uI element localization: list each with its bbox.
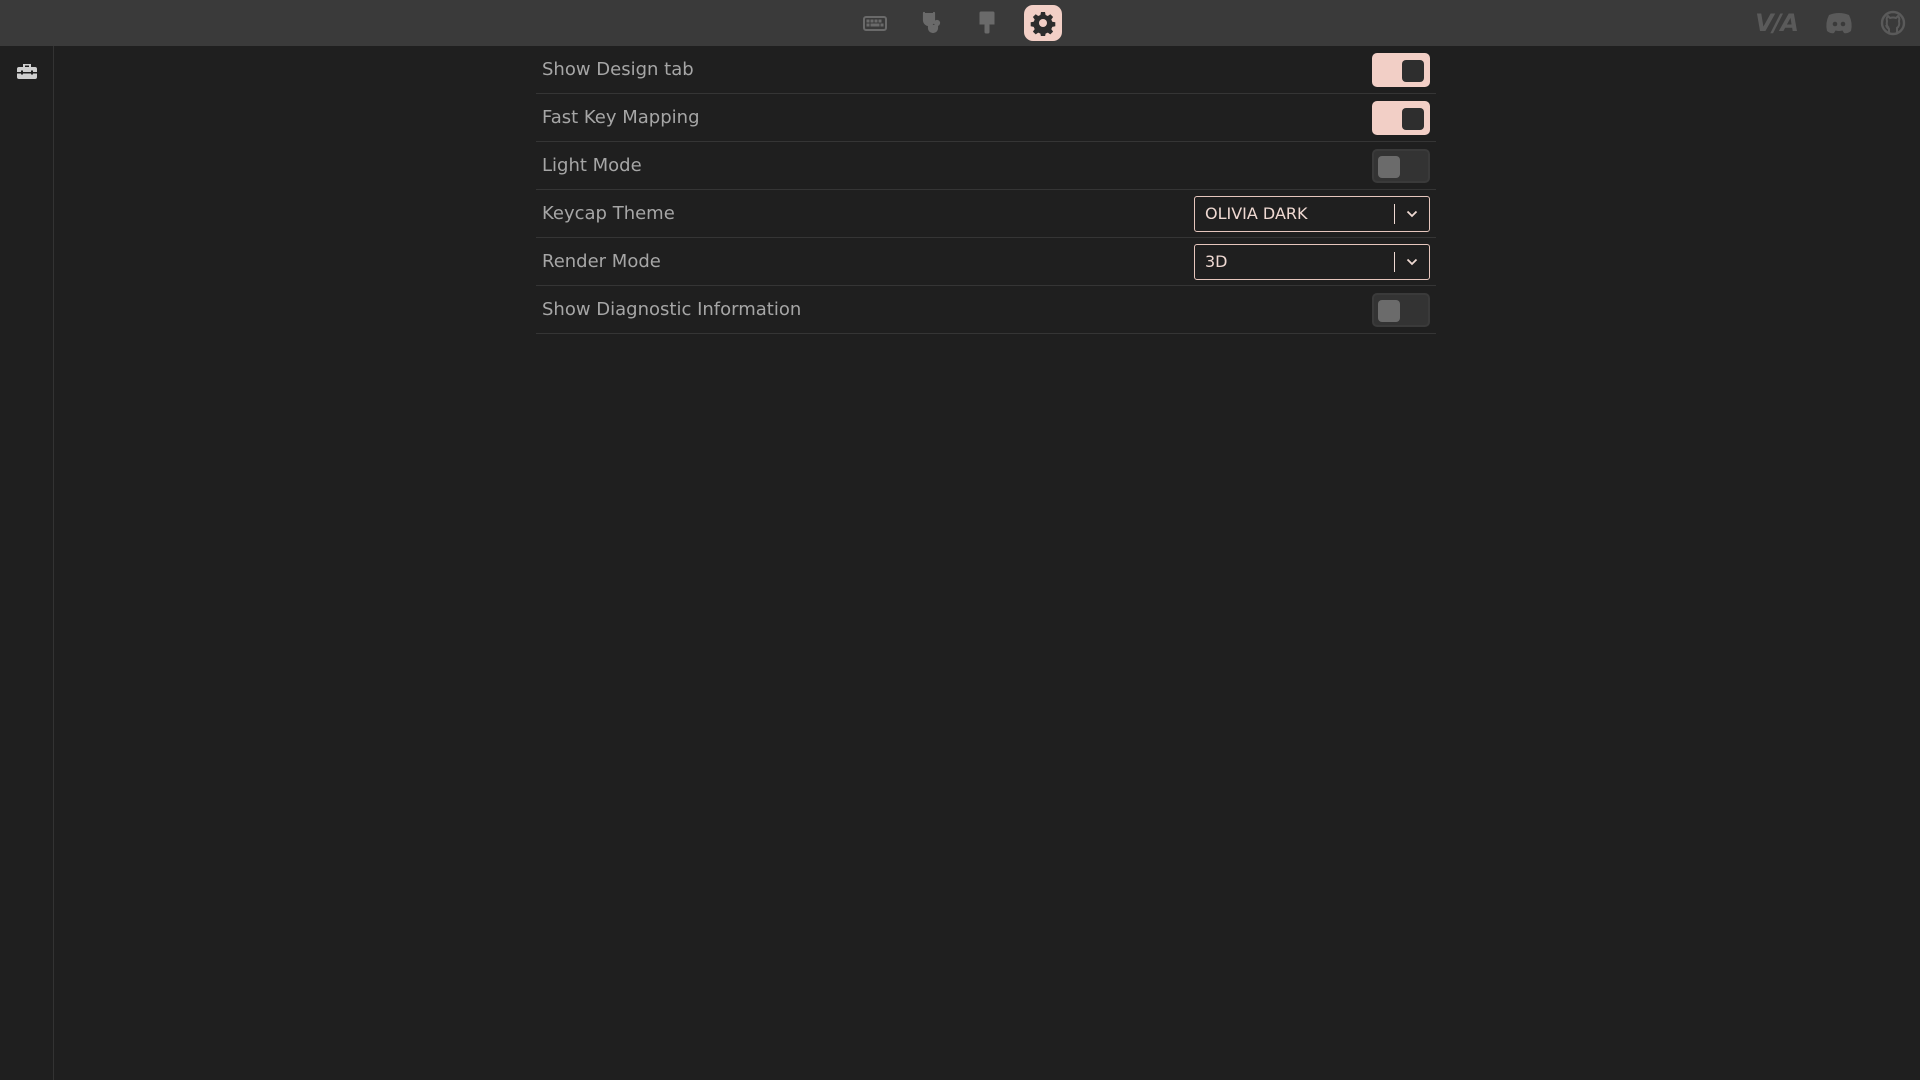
- toggle-knob: [1402, 59, 1424, 82]
- toolbox-icon: [17, 64, 37, 79]
- setting-label: Show Diagnostic Information: [542, 299, 802, 320]
- tab-configure-keyboard[interactable]: [856, 5, 894, 41]
- setting-row-show-diagnostic-information: Show Diagnostic Information: [536, 286, 1436, 334]
- tab-design[interactable]: [968, 5, 1006, 41]
- toggle-knob: [1378, 155, 1400, 178]
- main-nav-tabs: [856, 5, 1062, 41]
- setting-row-render-mode: Render Mode 3D: [536, 238, 1436, 286]
- setting-row-show-design-tab: Show Design tab: [536, 46, 1436, 94]
- settings-panel: Show Design tab Fast Key Mapping Light M…: [536, 46, 1436, 334]
- tab-key-tester[interactable]: [912, 5, 950, 41]
- discord-link[interactable]: [1824, 11, 1854, 35]
- render-mode-select[interactable]: 3D: [1194, 243, 1430, 280]
- fast-key-mapping-toggle[interactable]: [1372, 100, 1430, 135]
- chevron-down-icon[interactable]: [1395, 258, 1429, 266]
- show-design-tab-toggle[interactable]: [1372, 52, 1430, 87]
- select-value: OLIVIA DARK: [1205, 204, 1308, 223]
- github-icon: [1880, 10, 1906, 36]
- stethoscope-icon: [922, 11, 941, 34]
- setting-row-fast-key-mapping: Fast Key Mapping: [536, 94, 1436, 142]
- gear-icon: [1030, 12, 1056, 36]
- github-link[interactable]: [1880, 10, 1906, 36]
- light-mode-toggle[interactable]: [1372, 148, 1430, 183]
- setting-label: Show Design tab: [542, 59, 694, 80]
- setting-label: Keycap Theme: [542, 203, 675, 224]
- tab-settings[interactable]: [1024, 5, 1062, 41]
- chevron-down-icon[interactable]: [1395, 210, 1429, 218]
- toggle-knob: [1378, 299, 1400, 322]
- setting-label: Fast Key Mapping: [542, 107, 700, 128]
- keyboard-icon: [863, 16, 887, 31]
- sidebar-item-toolbox[interactable]: [0, 46, 54, 96]
- via-logo[interactable]: V/A: [1755, 9, 1799, 37]
- show-diagnostic-information-toggle[interactable]: [1372, 292, 1430, 327]
- top-bar: V/A: [0, 0, 1920, 46]
- setting-label: Render Mode: [542, 251, 661, 272]
- setting-label: Light Mode: [542, 155, 642, 176]
- discord-icon: [1826, 13, 1852, 34]
- toggle-knob: [1402, 107, 1424, 130]
- keycap-theme-select[interactable]: OLIVIA DARK: [1194, 195, 1430, 232]
- external-links: V/A: [1755, 8, 1906, 38]
- sidebar: [0, 46, 54, 1080]
- paintbrush-icon: [979, 11, 995, 34]
- setting-row-keycap-theme: Keycap Theme OLIVIA DARK: [536, 190, 1436, 238]
- via-logo-text: V/A: [1755, 9, 1799, 37]
- setting-row-light-mode: Light Mode: [536, 142, 1436, 190]
- select-value: 3D: [1205, 252, 1228, 271]
